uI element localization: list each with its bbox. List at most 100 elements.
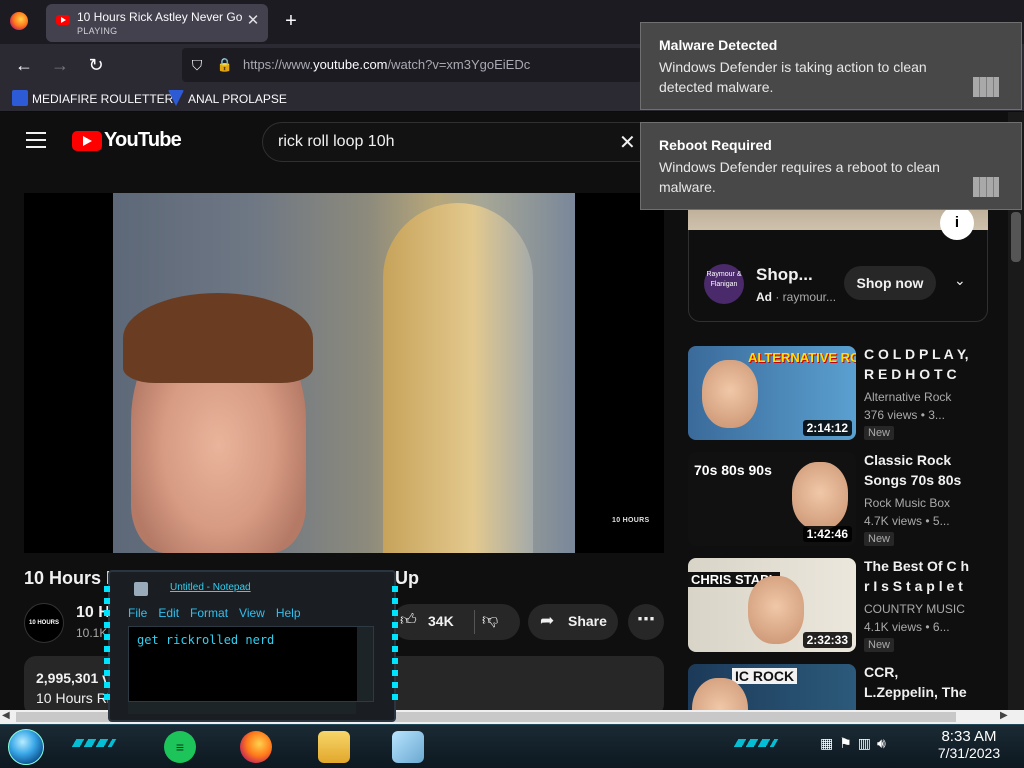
notes-app-icon[interactable]: ≡ xyxy=(164,731,196,763)
video-duration: 1:42:46 xyxy=(802,526,852,542)
notepad-window[interactable]: Untitled - Notepad File Edit Format View Hel… xyxy=(104,570,398,722)
scroll-left-icon[interactable]: ◀ xyxy=(2,710,10,721)
list-item[interactable]: ALTERNATIVE ROCK 2:14:12 C O L D P L A Y… xyxy=(688,346,1018,446)
notepad-title: Untitled - Notepad xyxy=(170,582,251,593)
search-input[interactable]: rick roll loop 10h ✕ xyxy=(262,122,642,162)
menu-edit[interactable]: Edit xyxy=(158,606,179,620)
new-badge: New xyxy=(864,638,895,652)
video-thumbnail[interactable]: ALTERNATIVE ROCK 2:14:12 xyxy=(688,346,856,440)
url-text[interactable]: https://www.youtube.com/watch?v=xm3YgoEi… xyxy=(243,57,530,72)
scrollbar-thumb[interactable] xyxy=(1011,212,1021,262)
youtube-wordmark[interactable]: YouTube xyxy=(104,129,182,152)
menu-icon[interactable] xyxy=(26,132,46,148)
tab-title: 10 Hours Rick Astley Never Gonna Give Yo… xyxy=(77,10,242,24)
video-title-end: Up xyxy=(395,568,419,588)
menu-help[interactable]: Help xyxy=(276,606,301,620)
taskbar: ≡ ▦ ⚑ ▥ 🔊︎ 8:33 AM 7/31/2023 xyxy=(0,724,1024,768)
video-thumbnail[interactable]: 70s 80s 90s 1:42:46 xyxy=(688,452,856,546)
video-duration: 2:32:33 xyxy=(802,632,852,648)
notepad-taskbar-icon[interactable] xyxy=(392,731,424,763)
video-frame xyxy=(113,193,575,553)
like-count[interactable]: 34K xyxy=(428,613,454,629)
notification-reboot-required[interactable]: Reboot Required Windows Defender require… xyxy=(640,122,1022,210)
chevron-down-icon[interactable]: ⌄ xyxy=(954,272,966,289)
thumbnail-label: ALTERNATIVE ROCK xyxy=(748,350,856,365)
thumbnail-face xyxy=(792,462,848,530)
notepad-hscroll[interactable] xyxy=(128,702,356,714)
taskbar-decoration xyxy=(733,739,779,747)
firefox-taskbar-icon[interactable] xyxy=(240,731,272,763)
share-button[interactable]: ➦ Share xyxy=(528,604,618,640)
channel-avatar[interactable]: 10 HOURS xyxy=(24,603,64,643)
lock-icon[interactable]: 🔒 xyxy=(216,56,234,74)
reload-button[interactable]: ↻ xyxy=(84,53,108,77)
notepad-vscroll[interactable] xyxy=(357,627,373,701)
like-icon[interactable]: 👍︎ xyxy=(400,611,417,630)
rec-title[interactable]: C O L D P L A Y, R E D H O T C H I L I xyxy=(864,344,970,384)
thumbnail-face xyxy=(702,360,758,428)
browser-tab-active[interactable]: 10 Hours Rick Astley Never Gonna Give Yo… xyxy=(46,4,268,42)
list-item[interactable]: IC ROCK CCR, L.Zeppelin, The Beatles xyxy=(688,664,1018,710)
thumbnail-label: 70s 80s 90s xyxy=(694,462,772,478)
system-clock[interactable]: 8:33 AM 7/31/2023 xyxy=(924,728,1014,761)
back-button[interactable]: ← xyxy=(12,53,36,77)
notepad-icon xyxy=(134,582,148,596)
menu-format[interactable]: Format xyxy=(190,606,228,620)
shop-now-button[interactable]: Shop now xyxy=(844,266,936,300)
notification-title: Reboot Required xyxy=(659,137,772,153)
tab-close-icon[interactable]: ✕ xyxy=(244,12,262,30)
rec-views: 4.7K views • 5... xyxy=(864,514,950,528)
dislike-icon[interactable]: 👎︎ xyxy=(482,611,498,630)
notification-body: Windows Defender is taking action to cle… xyxy=(659,59,927,95)
rec-title[interactable]: CCR, L.Zeppelin, The Beatles xyxy=(864,664,970,702)
rec-title[interactable]: Classic Rock Songs 70s 80s 90s xyxy=(864,450,970,490)
tray-app-icon[interactable]: ▦ xyxy=(820,735,833,751)
menu-view[interactable]: View xyxy=(239,606,265,620)
divider xyxy=(474,610,475,634)
firefox-icon[interactable] xyxy=(10,12,28,30)
more-actions-button[interactable]: ⋯ xyxy=(628,604,664,640)
flag-icon[interactable]: ⚑ xyxy=(839,735,852,751)
search-query[interactable]: rick roll loop 10h xyxy=(278,133,395,151)
video-thumbnail[interactable]: CHRIS STAPL 2:32:33 xyxy=(688,558,856,652)
url-bar[interactable]: ⛉ 🔒 https://www.youtube.com/watch?v=xm3Y… xyxy=(182,48,642,82)
search-clear-icon[interactable]: ✕ xyxy=(619,130,636,155)
video-arch xyxy=(383,203,533,553)
ad-subtitle: Ad · raymour... xyxy=(756,290,837,304)
volume-icon[interactable]: 🔊︎ xyxy=(877,735,886,751)
rec-views: 376 views • 3... xyxy=(864,408,945,422)
rec-channel[interactable]: Rock Music Box xyxy=(864,496,950,510)
menu-file[interactable]: File xyxy=(128,606,147,620)
network-icon[interactable]: ▥ xyxy=(858,735,871,751)
new-badge: New xyxy=(864,532,895,546)
view-count: 2,995,301 views xyxy=(36,670,106,686)
bookmark-mediafire[interactable]: MEDIAFIRE ROULETTER xyxy=(12,90,173,108)
rec-channel[interactable]: Alternative Rock xyxy=(864,390,951,404)
scroll-right-icon[interactable]: ▶ xyxy=(1000,710,1008,721)
rec-channel[interactable]: COUNTRY MUSIC xyxy=(864,602,965,616)
tracking-shield-icon[interactable]: ⛉ xyxy=(188,56,206,74)
list-item[interactable]: 70s 80s 90s 1:42:46 Classic Rock Songs 7… xyxy=(688,452,1018,552)
notification-malware-detected[interactable]: Malware Detected Windows Defender is tak… xyxy=(640,22,1022,110)
video-duration: 2:14:12 xyxy=(802,420,852,436)
thumbnail-label: IC ROCK xyxy=(732,668,798,684)
forward-button[interactable]: → xyxy=(48,53,72,77)
video-thumbnail[interactable]: IC ROCK xyxy=(688,664,856,710)
notepad-content[interactable]: get rickrolled nerd xyxy=(137,633,274,647)
ad-title[interactable]: Shop... xyxy=(756,265,813,285)
file-explorer-icon[interactable] xyxy=(318,731,350,763)
start-button[interactable] xyxy=(8,729,44,765)
advertiser-logo[interactable]: Raymour & Flanigan xyxy=(704,264,744,304)
rec-title[interactable]: The Best Of C h r I s S t a p l e t o n xyxy=(864,556,970,596)
rec-views: 4.1K views • 6... xyxy=(864,620,950,634)
notepad-text-area[interactable]: get rickrolled nerd xyxy=(128,626,374,702)
video-player[interactable]: 10 HOURS xyxy=(24,193,664,553)
ad-info-icon[interactable]: i xyxy=(940,206,974,240)
share-icon: ➦ xyxy=(540,611,555,630)
youtube-logo-icon[interactable] xyxy=(72,131,102,151)
list-item[interactable]: CHRIS STAPL 2:32:33 The Best Of C h r I … xyxy=(688,558,1018,658)
bookmark-prolapse[interactable]: ANAL PROLAPSE xyxy=(168,90,287,108)
bookmark-icon xyxy=(12,90,28,106)
new-tab-button[interactable]: + xyxy=(280,10,302,32)
defender-wall-icon xyxy=(973,177,999,197)
